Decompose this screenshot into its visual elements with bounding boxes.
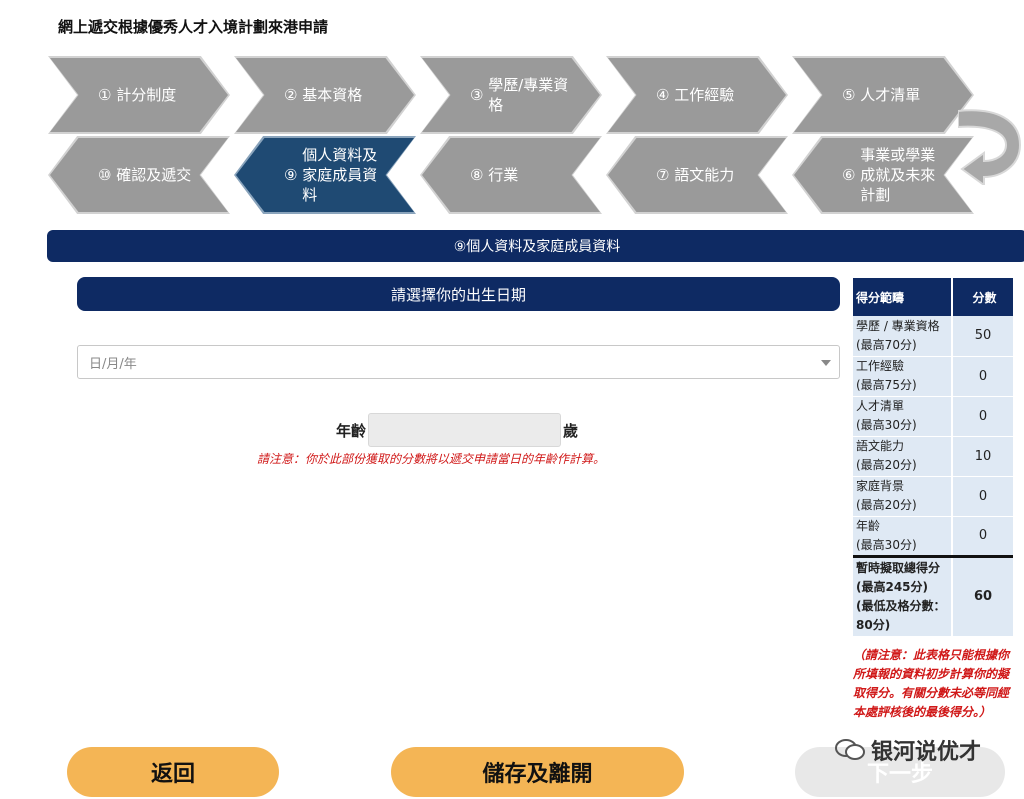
- step-6-achievements[interactable]: ⑥ 事業或學業成就及未來計劃: [792, 136, 974, 214]
- step-number: ②: [284, 86, 298, 104]
- row-score: 0: [952, 516, 1013, 557]
- step-label: 工作經驗: [674, 86, 735, 104]
- total-max: (最高245分): [856, 579, 929, 594]
- total-score: 60: [952, 554, 1013, 637]
- chevron-down-icon[interactable]: [821, 360, 831, 366]
- step-number: ⑦: [656, 166, 670, 184]
- step-8-industry[interactable]: ⑧ 行業: [420, 136, 602, 214]
- total-name: 暫時擬取總得分: [856, 560, 941, 575]
- row-name: 語文能力: [856, 439, 905, 453]
- step-number: ⑩: [98, 166, 112, 184]
- table-row: 人才清單 (最高30分) 0: [853, 396, 1013, 437]
- header-category: 得分範疇: [853, 278, 953, 316]
- step-label: 行業: [488, 166, 519, 184]
- step-label: 個人資料及家庭成員資料: [302, 146, 378, 204]
- row-max: (最高70分): [856, 337, 917, 352]
- header-score: 分數: [952, 278, 1013, 316]
- age-unit: 歲: [563, 421, 579, 440]
- dob-placeholder: 日/月/年: [89, 356, 137, 372]
- save-and-exit-button[interactable]: 儲存及離開: [391, 747, 684, 797]
- total-pass: (最低及格分數：80分): [856, 598, 946, 632]
- row-name: 學歷 / 專業資格: [856, 318, 940, 333]
- step-number: ③: [470, 86, 484, 104]
- score-table: 得分範疇 分數 學歷 / 專業資格 (最高70分) 50 工作經驗 (最高75分) …: [853, 278, 1013, 637]
- step-label: 人才清單: [860, 86, 921, 104]
- step-2-basic[interactable]: ② 基本資格: [234, 56, 416, 134]
- dob-heading: 請選擇你的出生日期: [77, 277, 840, 311]
- row-score: 10: [952, 436, 1013, 477]
- score-table-header: 得分範疇 分數: [853, 278, 1013, 316]
- step-label: 計分制度: [116, 86, 177, 104]
- dob-date-picker[interactable]: 日/月/年: [77, 345, 840, 379]
- table-row: 語文能力 (最高20分) 10: [853, 436, 1013, 477]
- row-name: 家庭背景: [856, 479, 905, 493]
- step-3-education[interactable]: ③ 學歷/專業資格: [420, 56, 602, 134]
- row-score: 0: [952, 476, 1013, 517]
- row-max: (最高20分): [856, 498, 917, 512]
- watermark-text: 银河说优才: [871, 740, 982, 765]
- table-row: 年齡 (最高30分) 0: [853, 516, 1013, 557]
- back-button[interactable]: 返回: [67, 747, 279, 797]
- row-score: 50: [952, 316, 1013, 357]
- step-label: 學歷/專業資格: [488, 76, 569, 114]
- step-navigation: ① 計分制度 ② 基本資格 ③ 學歷/專業資格 ④ 工作經驗 ⑤ 人才清單 ⑩ …: [0, 50, 1024, 220]
- total-row: 暫時擬取總得分 (最高245分) (最低及格分數：80分) 60: [853, 554, 1013, 637]
- section-title-bar: ⑨個人資料及家庭成員資料: [47, 230, 1024, 262]
- row-max: (最高30分): [856, 418, 917, 432]
- step-1-scoring[interactable]: ① 計分制度: [48, 56, 230, 134]
- row-max: (最高20分): [856, 458, 917, 472]
- age-field: [368, 413, 562, 447]
- step-number: ①: [98, 86, 112, 104]
- step-label: 確認及遞交: [116, 166, 192, 184]
- step-label: 語文能力: [674, 166, 735, 184]
- score-table-note: （請注意：此表格只能根據你所填報的資料初步計算你的擬取得分。有關分數未必等同經本…: [853, 648, 1010, 719]
- u-turn-arrow-icon: [958, 109, 1022, 185]
- table-row: 學歷 / 專業資格 (最高70分) 50: [853, 316, 1013, 357]
- step-number: ⑨: [284, 166, 298, 184]
- chat-bubble-icon: [835, 739, 865, 760]
- watermark: 银河说优才: [835, 734, 981, 766]
- table-row: 工作經驗 (最高75分) 0: [853, 356, 1013, 397]
- step-number: ⑥: [842, 166, 856, 184]
- step-label: 事業或學業成就及未來計劃: [860, 146, 936, 204]
- step-10-confirm[interactable]: ⑩ 確認及遞交: [48, 136, 230, 214]
- table-row: 家庭背景 (最高20分) 0: [853, 476, 1013, 517]
- step-7-language[interactable]: ⑦ 語文能力: [606, 136, 788, 214]
- row-name: 人才清單: [856, 399, 905, 413]
- row-name: 工作經驗: [856, 359, 905, 373]
- page-title: 網上遞交根據優秀人才入境計劃來港申請: [58, 18, 329, 36]
- age-label: 年齡: [336, 421, 367, 440]
- step-4-work[interactable]: ④ 工作經驗: [606, 56, 788, 134]
- age-notice: 請注意：你於此部份獲取的分數將以遞交申請當日的年齡作計算。: [257, 452, 606, 466]
- row-score: 0: [952, 396, 1013, 437]
- row-max: (最高75分): [856, 378, 917, 392]
- row-name: 年齡: [856, 518, 881, 533]
- age-row: 年齡 歲: [336, 413, 578, 447]
- step-number: ④: [656, 86, 670, 104]
- step-number: ⑤: [842, 86, 856, 104]
- step-5-talent-list[interactable]: ⑤ 人才清單: [792, 56, 974, 134]
- step-9-personal[interactable]: ⑨ 個人資料及家庭成員資料: [234, 136, 416, 214]
- row-score: 0: [952, 356, 1013, 397]
- step-number: ⑧: [470, 166, 484, 184]
- row-max: (最高30分): [856, 537, 917, 552]
- step-label: 基本資格: [302, 86, 363, 104]
